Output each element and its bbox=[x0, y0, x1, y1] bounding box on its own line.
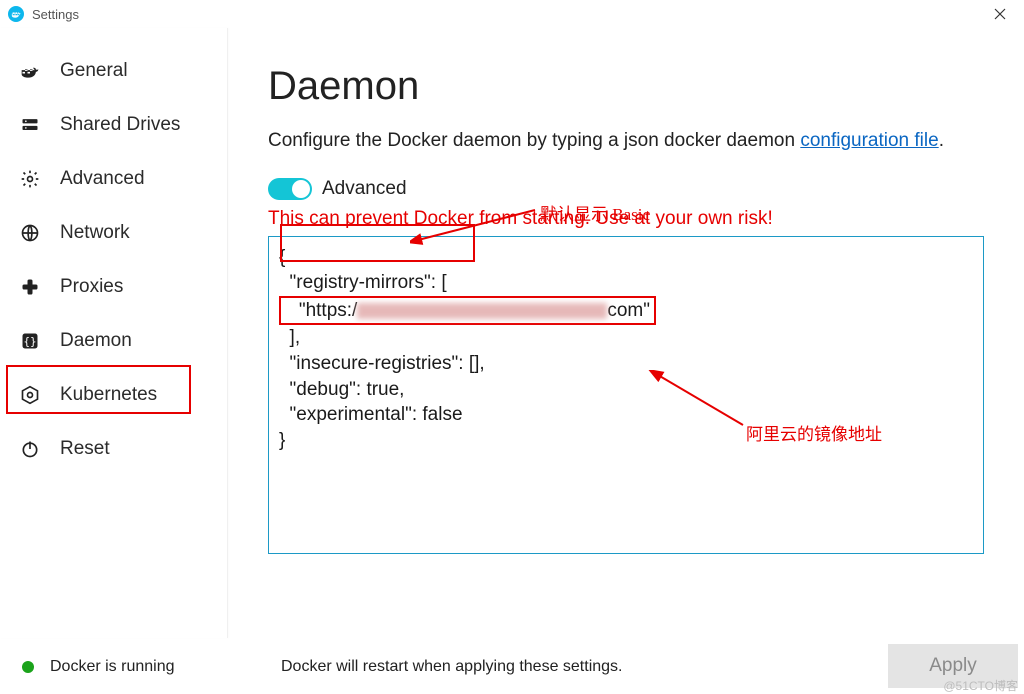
title-bar: Settings bbox=[0, 0, 1024, 28]
annotation-mirror-note: 阿里云的镜像地址 bbox=[746, 420, 882, 445]
content-panel: Daemon Configure the Docker daemon by ty… bbox=[228, 28, 1024, 638]
close-icon[interactable] bbox=[984, 1, 1016, 27]
drives-icon bbox=[18, 113, 42, 137]
apply-button-label: Apply bbox=[929, 655, 977, 677]
svg-text:{}: {} bbox=[23, 335, 36, 348]
sidebar-item-label: Kubernetes bbox=[60, 384, 157, 406]
sidebar-item-label: Network bbox=[60, 222, 130, 244]
registry-url-highlight: "https:/xxxxxxxxxxxxxxxxxxxxcom" bbox=[279, 296, 656, 326]
globe-icon bbox=[18, 221, 42, 245]
sidebar: General Shared Drives Advanced Network P… bbox=[0, 28, 228, 638]
redacted-text: xxxxxxxxxxxxxxxxxxxx bbox=[357, 303, 607, 319]
desc-text: Configure the Docker daemon by typing a … bbox=[268, 130, 800, 151]
app-icon bbox=[8, 6, 24, 22]
status-indicator bbox=[22, 661, 34, 673]
desc-suffix: . bbox=[939, 130, 944, 151]
daemon-config-editor[interactable]: { "registry-mirrors": [ "https:/xxxxxxxx… bbox=[268, 236, 984, 554]
advanced-toggle[interactable] bbox=[268, 178, 312, 200]
toggle-label: Advanced bbox=[322, 178, 407, 200]
configuration-file-link[interactable]: configuration file bbox=[800, 130, 938, 151]
power-icon bbox=[18, 437, 42, 461]
sidebar-item-shared-drives[interactable]: Shared Drives bbox=[0, 98, 227, 152]
sidebar-item-label: Proxies bbox=[60, 276, 123, 298]
page-description: Configure the Docker daemon by typing a … bbox=[268, 127, 984, 156]
sidebar-item-general[interactable]: General bbox=[0, 44, 227, 98]
kubernetes-icon bbox=[18, 383, 42, 407]
status-text: Docker is running bbox=[50, 658, 175, 676]
annotation-toggle-note: 默认显示 Basic bbox=[540, 200, 650, 225]
toggle-knob bbox=[292, 180, 310, 198]
sidebar-item-label: Shared Drives bbox=[60, 114, 180, 136]
sidebar-item-kubernetes[interactable]: Kubernetes bbox=[0, 368, 227, 422]
sidebar-item-label: General bbox=[60, 60, 128, 82]
window-title: Settings bbox=[32, 7, 79, 22]
sidebar-item-network[interactable]: Network bbox=[0, 206, 227, 260]
whale-icon bbox=[18, 59, 42, 83]
gear-icon bbox=[18, 167, 42, 191]
sidebar-item-reset[interactable]: Reset bbox=[0, 422, 227, 476]
braces-icon: {} bbox=[18, 329, 42, 353]
sidebar-item-label: Reset bbox=[60, 438, 110, 460]
sidebar-item-advanced[interactable]: Advanced bbox=[0, 152, 227, 206]
watermark: @51CTO博客 bbox=[943, 677, 1018, 694]
page-title: Daemon bbox=[268, 64, 984, 109]
sidebar-item-label: Advanced bbox=[60, 168, 145, 190]
sidebar-item-proxies[interactable]: Proxies bbox=[0, 260, 227, 314]
sidebar-item-label: Daemon bbox=[60, 330, 132, 352]
proxies-icon bbox=[18, 275, 42, 299]
restart-note: Docker will restart when applying these … bbox=[281, 658, 623, 676]
sidebar-item-daemon[interactable]: {} Daemon bbox=[0, 314, 227, 368]
